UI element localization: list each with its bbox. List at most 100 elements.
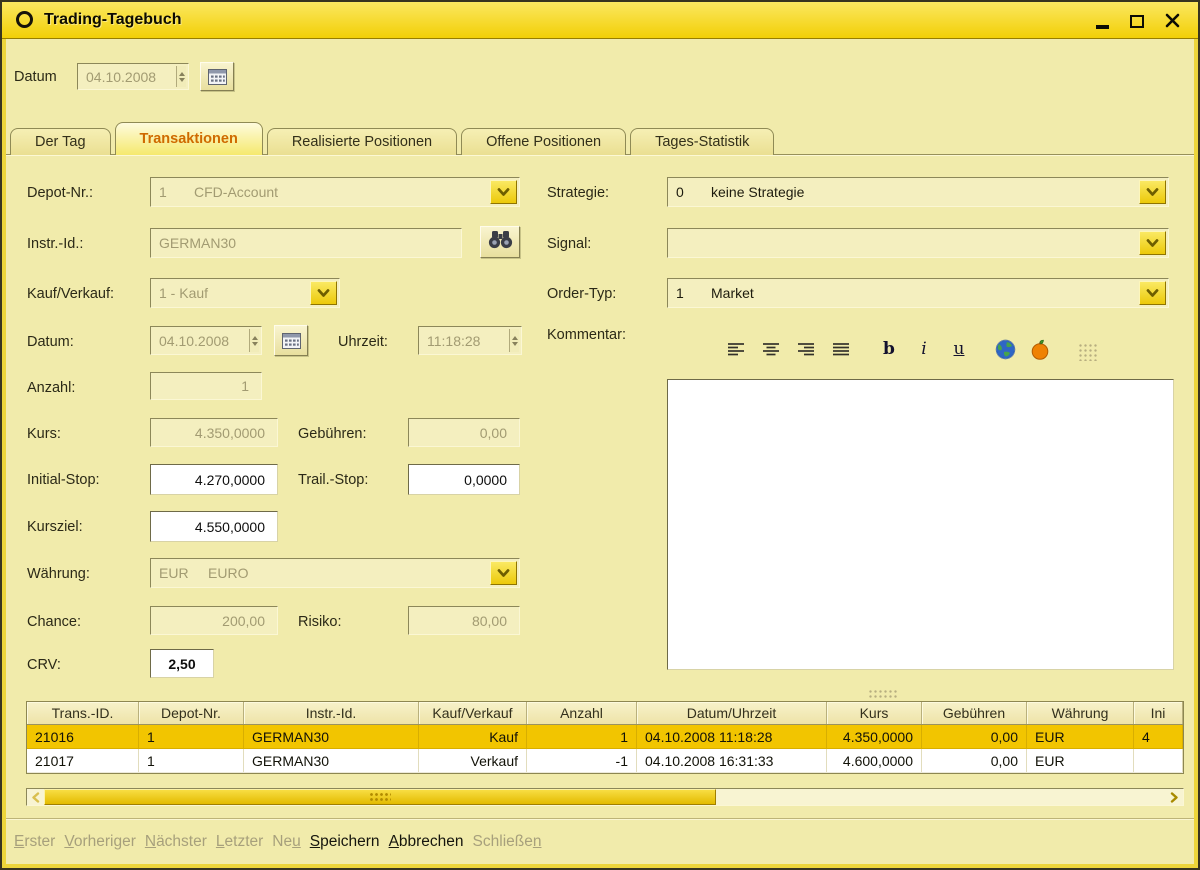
globe-icon[interactable] — [993, 337, 1017, 361]
column-header-anzahl[interactable]: Anzahl — [527, 702, 637, 724]
order-typ-label: Order-Typ: — [547, 286, 616, 302]
uhrzeit-field[interactable]: 11:18:28 — [418, 326, 522, 355]
close-icon[interactable] — [1162, 8, 1182, 33]
uhrzeit-spinner[interactable] — [509, 329, 519, 352]
column-header-kurs[interactable]: Kurs — [827, 702, 922, 724]
datum-spinner[interactable] — [249, 329, 259, 352]
transactions-table: Trans.-ID.Depot-Nr.Instr.-Id.Kauf/Verkau… — [26, 701, 1184, 774]
calendar-button[interactable] — [200, 62, 234, 91]
link-vorheriger[interactable]: Vorheriger — [64, 833, 136, 851]
link-speichern[interactable]: Speichern — [310, 833, 380, 851]
kurs-value: 4.350,0000 — [151, 419, 277, 446]
link-schliessen[interactable]: Schließen — [473, 833, 542, 851]
datum-spinner[interactable] — [176, 66, 186, 87]
chance-field[interactable]: 200,00 — [150, 606, 278, 635]
scrollbar-thumb[interactable] — [44, 789, 716, 805]
chevron-down-icon[interactable] — [1139, 180, 1166, 204]
tab-realisierte-positionen[interactable]: Realisierte Positionen — [267, 128, 457, 155]
table-cell: GERMAN30 — [244, 749, 419, 772]
kauf-verkauf-select[interactable]: 1 - Kauf — [150, 278, 340, 308]
link-naechster[interactable]: Nächster — [145, 833, 207, 851]
top-datum-field[interactable]: 04.10.2008 — [77, 63, 189, 90]
table-row[interactable]: 210171GERMAN30Verkauf-104.10.2008 16:31:… — [27, 749, 1183, 773]
link-abbrechen[interactable]: Abbrechen — [389, 833, 464, 851]
align-right-icon[interactable] — [794, 337, 818, 361]
horizontal-scrollbar[interactable] — [26, 788, 1184, 806]
strategie-select[interactable]: 0 keine Strategie — [667, 177, 1169, 207]
scroll-right-icon[interactable] — [1166, 789, 1183, 805]
table-cell: EUR — [1027, 749, 1134, 772]
signal-label: Signal: — [547, 236, 591, 252]
orange-fruit-icon[interactable] — [1028, 337, 1052, 361]
column-header-kauf-verkauf[interactable]: Kauf/Verkauf — [419, 702, 527, 724]
chevron-down-icon[interactable] — [1139, 231, 1166, 255]
chevron-down-icon[interactable] — [310, 281, 337, 305]
table-row[interactable]: 210161GERMAN30Kauf104.10.2008 11:18:284.… — [27, 725, 1183, 749]
crv-field[interactable]: 2,50 — [150, 649, 214, 678]
link-erster[interactable]: Erster — [14, 833, 55, 851]
table-cell: 04.10.2008 16:31:33 — [637, 749, 827, 772]
kommentar-label: Kommentar: — [547, 327, 626, 343]
scroll-left-icon[interactable] — [27, 789, 44, 805]
depot-select[interactable]: 1 CFD-Account — [150, 177, 520, 207]
initial-stop-label: Initial-Stop: — [27, 472, 100, 488]
kursziel-field[interactable]: 4.550,0000 — [150, 511, 278, 542]
link-letzter[interactable]: Letzter — [216, 833, 263, 851]
footer-divider — [2, 818, 1198, 820]
window-title: Trading-Tagebuch — [44, 11, 181, 29]
tab-label: Offene Positionen — [486, 134, 601, 150]
calendar-button[interactable] — [274, 325, 308, 356]
column-header-waehrung[interactable]: Währung — [1027, 702, 1134, 724]
chevron-down-icon[interactable] — [1139, 281, 1166, 305]
form-datum-label: Datum: — [27, 334, 74, 350]
tab-offene-positionen[interactable]: Offene Positionen — [461, 128, 626, 155]
risiko-field[interactable]: 80,00 — [408, 606, 520, 635]
waehrung-select[interactable]: EUR EURO — [150, 558, 520, 588]
order-typ-select[interactable]: 1 Market — [667, 278, 1169, 308]
comment-textarea[interactable] — [667, 379, 1174, 670]
column-header-gebuehren[interactable]: Gebühren — [922, 702, 1027, 724]
column-header-trans-id[interactable]: Trans.-ID. — [27, 702, 139, 724]
underline-icon[interactable]: u — [947, 337, 971, 361]
align-justify-icon[interactable] — [829, 337, 853, 361]
table-cell: -1 — [527, 749, 637, 772]
column-header-depot-nr[interactable]: Depot-Nr. — [139, 702, 244, 724]
italic-icon[interactable]: i — [912, 337, 936, 361]
tab-der-tag[interactable]: Der Tag — [10, 128, 111, 155]
grip-dots-icon — [369, 792, 391, 802]
chevron-down-icon[interactable] — [490, 180, 517, 204]
minimize-icon[interactable] — [1092, 8, 1112, 33]
instrument-search-button[interactable] — [480, 226, 520, 258]
table-cell: 04.10.2008 11:18:28 — [637, 725, 827, 748]
maximize-icon[interactable] — [1127, 8, 1147, 33]
column-header-datum-uhrzeit[interactable]: Datum/Uhrzeit — [637, 702, 827, 724]
instrument-value: GERMAN30 — [151, 229, 461, 257]
form-datum-field[interactable]: 04.10.2008 — [150, 326, 262, 355]
chance-value: 200,00 — [151, 607, 277, 634]
kurs-field[interactable]: 4.350,0000 — [150, 418, 278, 447]
column-header-instr-id[interactable]: Instr.-Id. — [244, 702, 419, 724]
link-neu[interactable]: Neu — [272, 833, 300, 851]
initial-stop-field[interactable]: 4.270,0000 — [150, 464, 278, 495]
datum-label: Datum — [14, 69, 57, 85]
table-header: Trans.-ID.Depot-Nr.Instr.-Id.Kauf/Verkau… — [27, 702, 1183, 725]
table-cell: 4.350,0000 — [827, 725, 922, 748]
trail-stop-field[interactable]: 0,0000 — [408, 464, 520, 495]
top-datum-value: 04.10.2008 — [78, 64, 188, 89]
table-cell — [1134, 749, 1183, 772]
table-cell: 4 — [1134, 725, 1183, 748]
bold-icon[interactable]: b — [877, 337, 901, 361]
table-cell: 1 — [139, 749, 244, 772]
anzahl-field[interactable]: 1 — [150, 372, 262, 400]
signal-select[interactable] — [667, 228, 1169, 258]
table-cell: 1 — [139, 725, 244, 748]
column-header-ini[interactable]: Ini — [1134, 702, 1183, 724]
chevron-down-icon[interactable] — [490, 561, 517, 585]
instrument-field[interactable]: GERMAN30 — [150, 228, 462, 258]
align-left-icon[interactable] — [724, 337, 748, 361]
tab-tages-statistik[interactable]: Tages-Statistik — [630, 128, 774, 155]
align-center-icon[interactable] — [759, 337, 783, 361]
instrument-label: Instr.-Id.: — [27, 236, 83, 252]
gebuehren-field[interactable]: 0,00 — [408, 418, 520, 447]
tab-transaktionen[interactable]: Transaktionen — [115, 122, 263, 155]
